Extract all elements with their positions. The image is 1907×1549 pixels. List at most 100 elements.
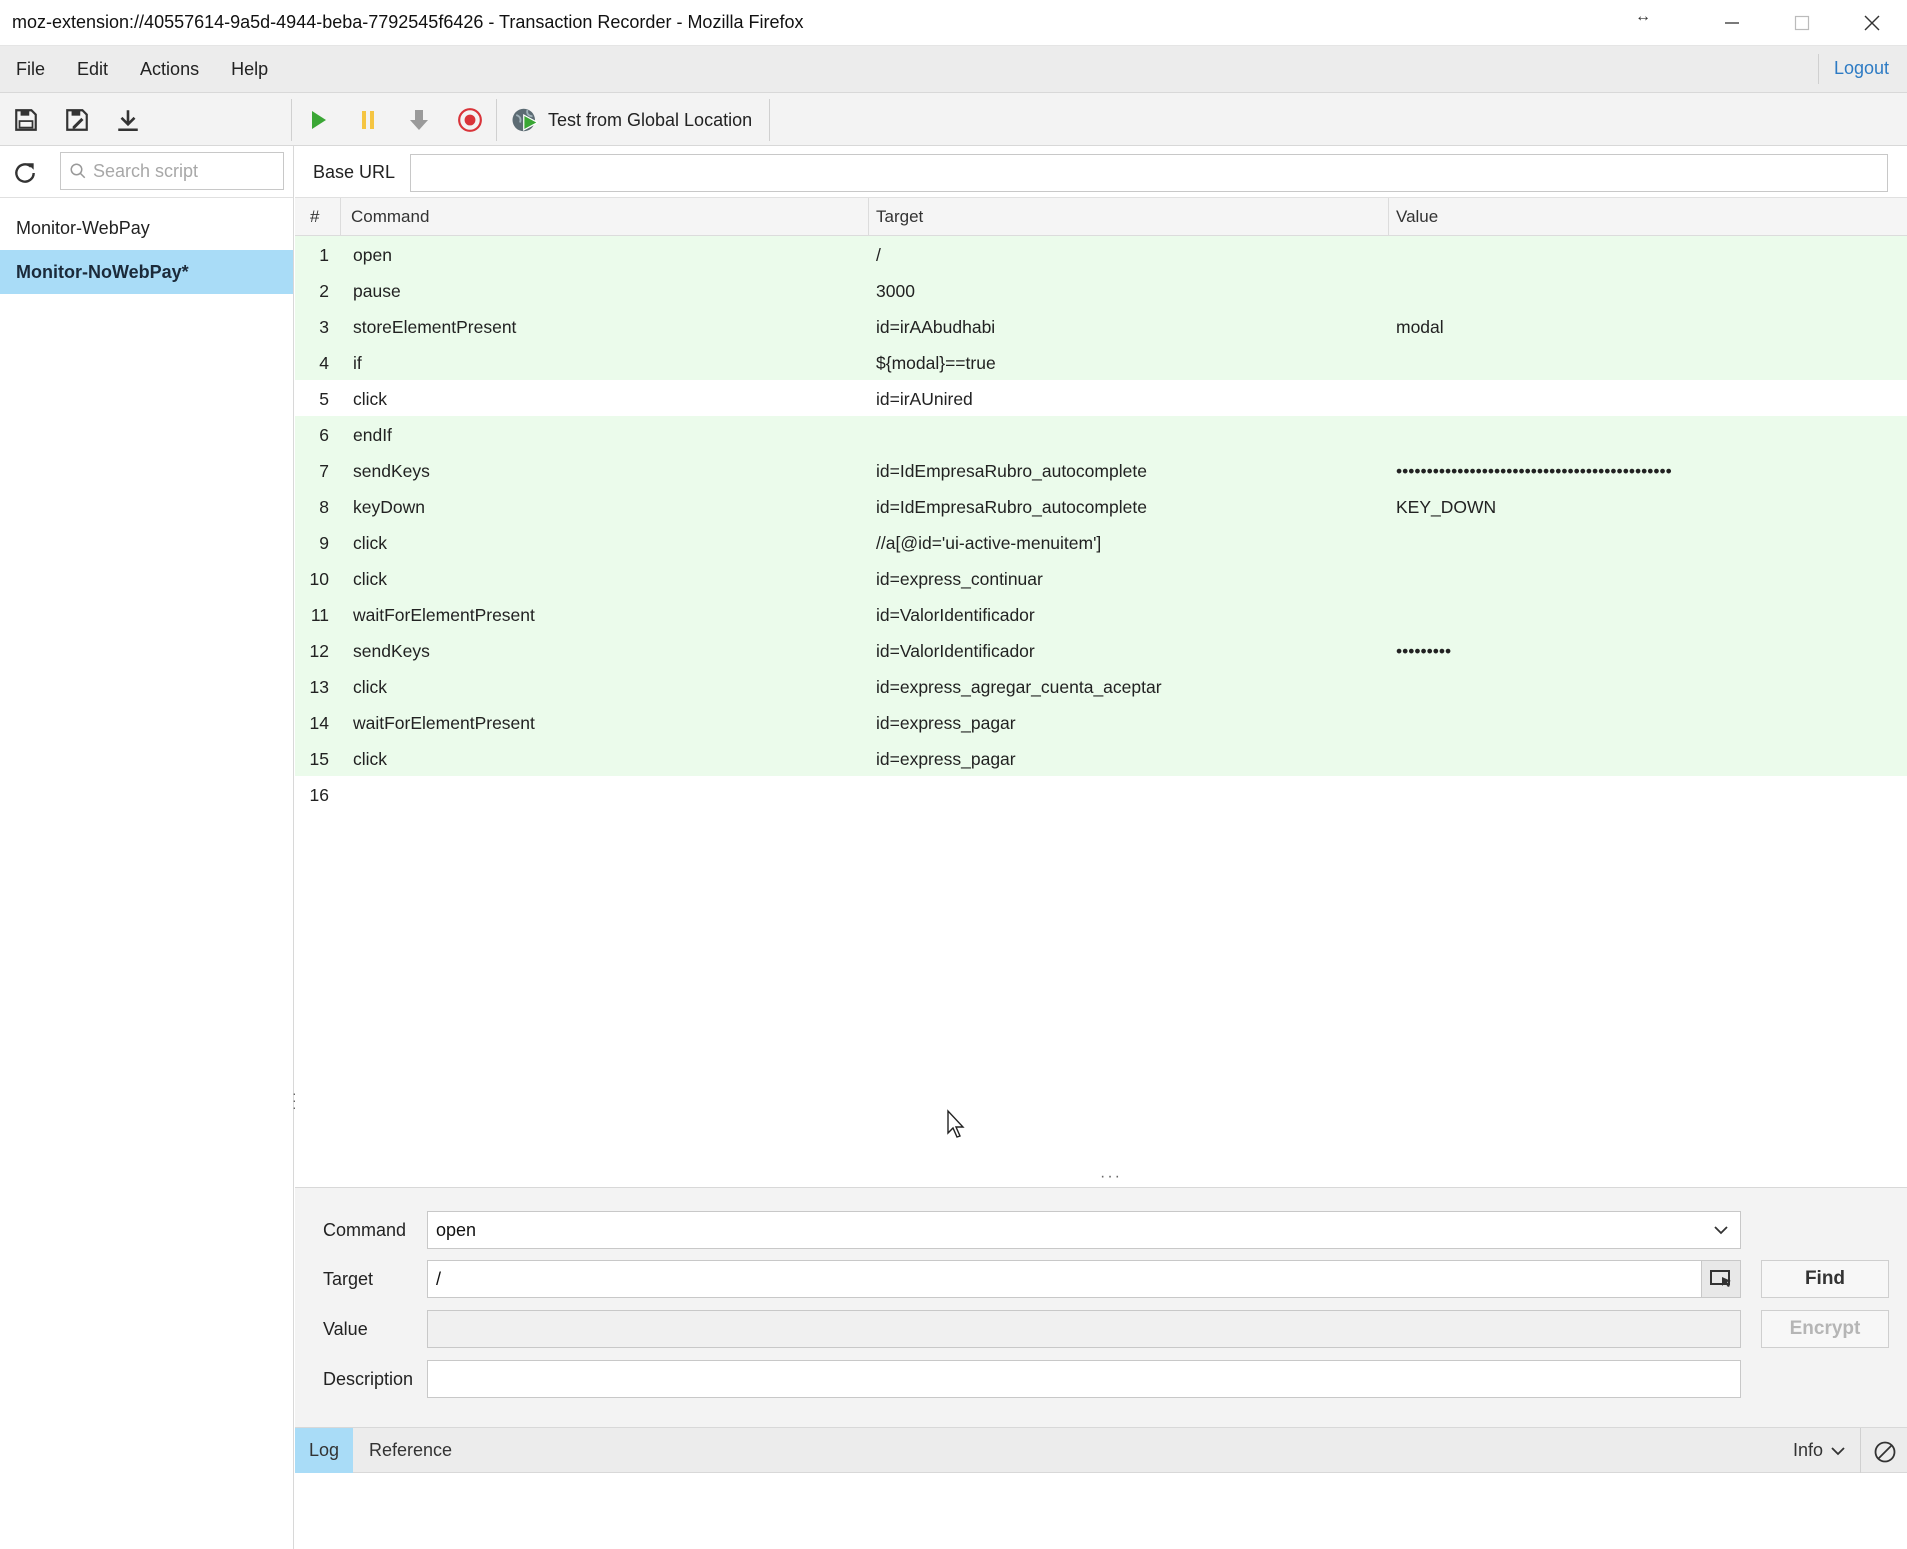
toolbar-divider xyxy=(291,99,292,141)
cell-num: 2 xyxy=(319,281,329,301)
table-row[interactable]: 6 endIf xyxy=(295,416,1907,452)
log-level-value: Info xyxy=(1792,1440,1823,1460)
save-button[interactable] xyxy=(9,103,43,137)
command-table: 1 open / 2 pause 3000 3 storeElementPresent id=i… xyxy=(295,236,1907,812)
target-input[interactable]: / xyxy=(427,1260,1703,1298)
cell-target: id=express_continuar xyxy=(876,569,1043,589)
download-button[interactable] xyxy=(111,103,145,137)
table-row[interactable]: 14 waitForElementPresent id=express_pagar xyxy=(295,704,1907,740)
header-num: # xyxy=(310,207,320,226)
description-input[interactable] xyxy=(427,1360,1741,1398)
script-item-monitor-webpay[interactable]: Monitor-WebPay xyxy=(0,206,293,250)
search-field[interactable] xyxy=(60,152,284,190)
chevron-down-icon xyxy=(1831,1446,1845,1455)
record-button[interactable] xyxy=(453,103,487,137)
cell-target: ${modal}==true xyxy=(876,353,996,373)
chevron-down-icon xyxy=(1714,1226,1728,1235)
record-icon xyxy=(458,108,482,132)
cell-target: id=irAAbudhabi xyxy=(876,317,996,337)
cell-value: modal xyxy=(1396,317,1444,337)
cell-target: id=IdEmpresaRubro_autocomplete xyxy=(876,497,1147,517)
minimize-button[interactable] xyxy=(1697,0,1767,46)
script-sidebar: Monitor-WebPay Monitor-NoWebPay* xyxy=(0,146,294,1549)
column-divider[interactable] xyxy=(1388,198,1389,236)
play-button[interactable] xyxy=(301,103,335,137)
cell-command: sendKeys xyxy=(353,641,430,661)
script-item-monitor-nowebpay[interactable]: Monitor-NoWebPay* xyxy=(0,250,293,294)
cell-value: ••••••••••••••••••••••••••••••••••••••••… xyxy=(1396,461,1672,481)
tab-log[interactable]: Log xyxy=(295,1428,354,1473)
close-icon xyxy=(1864,15,1880,31)
refresh-button[interactable] xyxy=(10,158,40,188)
table-row[interactable]: 5 click id=irAUnired xyxy=(295,380,1907,416)
header-target[interactable]: Target xyxy=(876,207,923,227)
menu-file[interactable]: File xyxy=(0,59,61,80)
table-row[interactable]: 2 pause 3000 xyxy=(295,272,1907,308)
table-row[interactable]: 1 open / xyxy=(295,236,1907,272)
table-row[interactable]: 7 sendKeys id=IdEmpresaRubro_autocomplete •… xyxy=(295,452,1907,488)
cell-num: 6 xyxy=(319,425,329,445)
cell-target: //a[@id='ui-active-menuitem'] xyxy=(876,533,1102,553)
close-button[interactable] xyxy=(1837,0,1907,46)
select-element-icon xyxy=(1710,1270,1731,1287)
editor-resize-handle[interactable]: ··· xyxy=(1100,1168,1122,1186)
test-global-location-button[interactable]: Test from Global Location xyxy=(510,103,752,137)
table-row[interactable]: 13 click id=express_agregar_cuenta_aceptar xyxy=(295,668,1907,704)
table-row[interactable]: 9 click //a[@id='ui-active-menuitem'] xyxy=(295,524,1907,560)
resize-icon[interactable]: ↔ xyxy=(1635,8,1651,26)
cell-command: keyDown xyxy=(353,497,425,517)
table-row[interactable]: 12 sendKeys id=ValorIdentificador ••••••••• xyxy=(295,632,1907,668)
column-divider[interactable] xyxy=(868,198,869,236)
search-row xyxy=(0,146,293,198)
log-output xyxy=(295,1473,1907,1549)
menu-help[interactable]: Help xyxy=(215,59,284,80)
table-row[interactable]: 8 keyDown id=IdEmpresaRubro_autocomplete KE… xyxy=(295,488,1907,524)
cell-num: 3 xyxy=(319,317,329,337)
sidebar-resize-handle[interactable]: · · · xyxy=(292,1086,297,1114)
cell-command: waitForElementPresent xyxy=(353,713,535,733)
table-row[interactable]: 16 xyxy=(295,776,1907,812)
step-button[interactable] xyxy=(402,103,436,137)
cell-command: endIf xyxy=(353,425,392,445)
value-input[interactable] xyxy=(427,1310,1741,1348)
cell-num: 11 xyxy=(310,605,329,625)
pause-button[interactable] xyxy=(351,103,385,137)
logout-link[interactable]: Logout xyxy=(1834,58,1889,79)
table-row[interactable]: 15 click id=express_pagar xyxy=(295,740,1907,776)
globe-play-icon xyxy=(512,108,539,132)
menu-bar: File Edit Actions Help Logout xyxy=(0,46,1907,93)
cell-target: / xyxy=(876,245,881,265)
search-input[interactable] xyxy=(93,160,273,182)
tab-reference[interactable]: Reference xyxy=(355,1428,466,1473)
find-button[interactable]: Find xyxy=(1761,1260,1889,1298)
table-row[interactable]: 10 click id=express_continuar xyxy=(295,560,1907,596)
command-select-value: open xyxy=(436,1219,477,1240)
cell-target: id=ValorIdentificador xyxy=(876,641,1035,661)
column-divider xyxy=(340,198,341,236)
menu-edit[interactable]: Edit xyxy=(61,59,124,80)
cell-command: click xyxy=(353,389,388,409)
base-url-input[interactable] xyxy=(410,154,1888,192)
encrypt-button[interactable]: Encrypt xyxy=(1761,1310,1889,1348)
log-level-select[interactable]: Info xyxy=(1793,1440,1845,1461)
header-value[interactable]: Value xyxy=(1396,207,1438,227)
target-input-value: / xyxy=(436,1268,442,1289)
table-row[interactable]: 3 storeElementPresent id=irAAbudhabi modal xyxy=(295,308,1907,344)
cell-command: click xyxy=(353,677,388,697)
command-table-header: # Command Target Value xyxy=(295,198,1907,236)
select-element-button[interactable] xyxy=(1701,1260,1741,1298)
play-icon xyxy=(312,111,326,129)
command-select[interactable]: open xyxy=(427,1211,1741,1249)
table-row[interactable]: 11 waitForElementPresent id=ValorIdentific… xyxy=(295,596,1907,632)
minimize-icon xyxy=(1725,22,1739,24)
clear-log-button[interactable] xyxy=(1871,1438,1899,1466)
maximize-button[interactable] xyxy=(1767,0,1837,46)
cell-command: click xyxy=(353,749,388,769)
cell-command: pause xyxy=(353,281,401,301)
cell-num: 13 xyxy=(309,677,329,697)
save-as-button[interactable] xyxy=(60,103,94,137)
menu-actions[interactable]: Actions xyxy=(124,59,215,80)
table-row[interactable]: 4 if ${modal}==true xyxy=(295,344,1907,380)
cell-target: id=IdEmpresaRubro_autocomplete xyxy=(876,461,1147,481)
header-command[interactable]: Command xyxy=(351,207,429,227)
